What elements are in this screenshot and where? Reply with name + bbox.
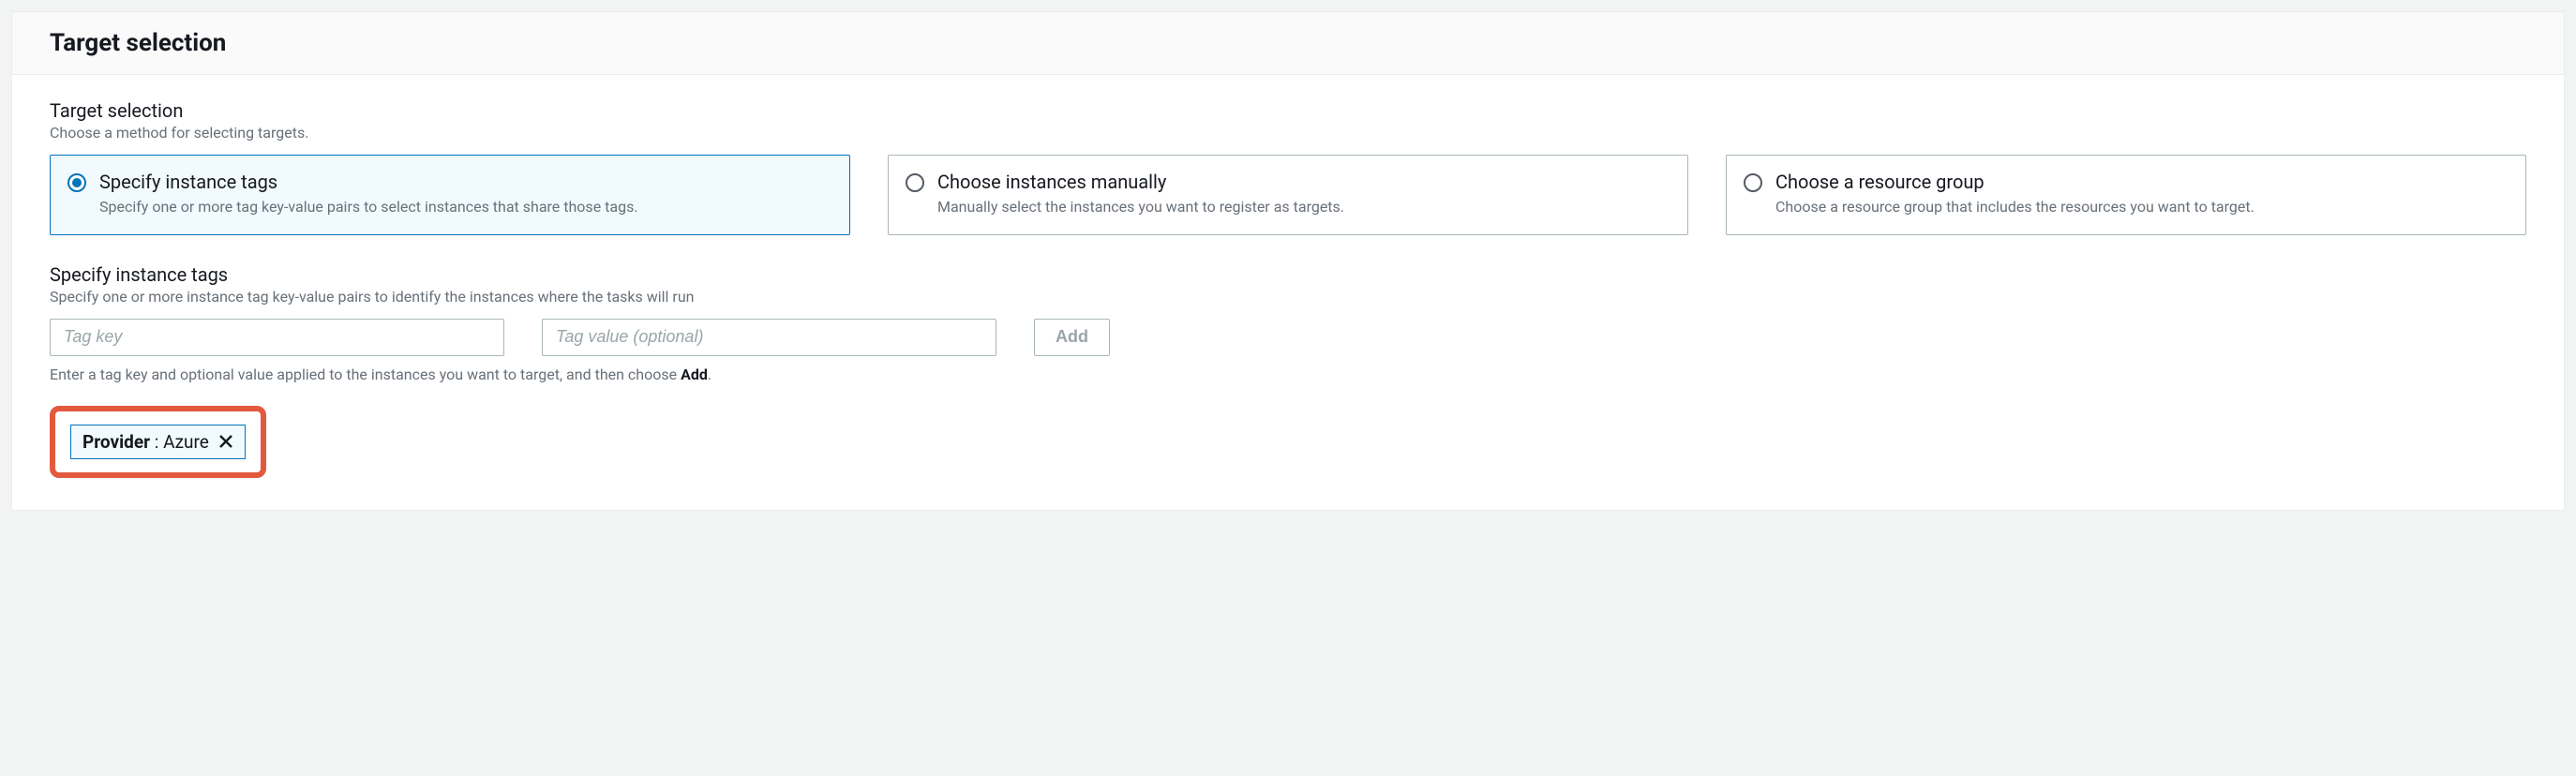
tag-hint: Enter a tag key and optional value appli… [50, 366, 2526, 383]
specify-instance-tags-field: Specify instance tags Specify one or mor… [50, 263, 2526, 478]
specify-tags-desc: Specify one or more instance tag key-val… [50, 288, 2526, 306]
tag-input-row: Add [50, 319, 2526, 356]
applied-tag-highlight: Provider : Azure [50, 406, 266, 478]
hint-prefix: Enter a tag key and optional value appli… [50, 366, 681, 383]
radio-specify-instance-tags[interactable]: Specify instance tags Specify one or mor… [50, 155, 850, 235]
applied-tag-sep: : [150, 431, 163, 453]
panel-body: Target selection Choose a method for sel… [12, 75, 2564, 510]
radio-title: Specify instance tags [99, 171, 638, 193]
applied-tag-key: Provider [82, 431, 150, 453]
add-button[interactable]: Add [1034, 319, 1110, 356]
target-selection-label: Target selection [50, 99, 2526, 122]
radio-title: Choose a resource group [1775, 171, 2254, 193]
radio-button-icon [1744, 173, 1762, 192]
panel-title: Target selection [50, 29, 2526, 57]
target-selection-panel: Target selection Target selection Choose… [11, 11, 2565, 511]
radio-button-icon [906, 173, 924, 192]
applied-tag-value: Azure [163, 431, 209, 453]
radio-subtitle: Choose a resource group that includes th… [1775, 197, 2254, 217]
close-icon[interactable] [218, 434, 233, 449]
target-selection-options: Specify instance tags Specify one or mor… [50, 155, 2526, 235]
radio-choose-instances-manually[interactable]: Choose instances manually Manually selec… [888, 155, 1688, 235]
hint-suffix: . [708, 366, 711, 383]
radio-choose-resource-group[interactable]: Choose a resource group Choose a resourc… [1726, 155, 2526, 235]
radio-button-icon [67, 173, 86, 192]
tag-key-input[interactable] [50, 319, 504, 356]
applied-tag-chip[interactable]: Provider : Azure [70, 425, 246, 459]
radio-subtitle: Specify one or more tag key-value pairs … [99, 197, 638, 217]
hint-bold: Add [681, 366, 708, 383]
radio-subtitle: Manually select the instances you want t… [937, 197, 1344, 217]
target-selection-desc: Choose a method for selecting targets. [50, 124, 2526, 142]
specify-tags-label: Specify instance tags [50, 263, 2526, 286]
tag-value-input[interactable] [542, 319, 996, 356]
target-selection-field: Target selection Choose a method for sel… [50, 99, 2526, 235]
radio-title: Choose instances manually [937, 171, 1344, 193]
panel-header: Target selection [12, 12, 2564, 75]
